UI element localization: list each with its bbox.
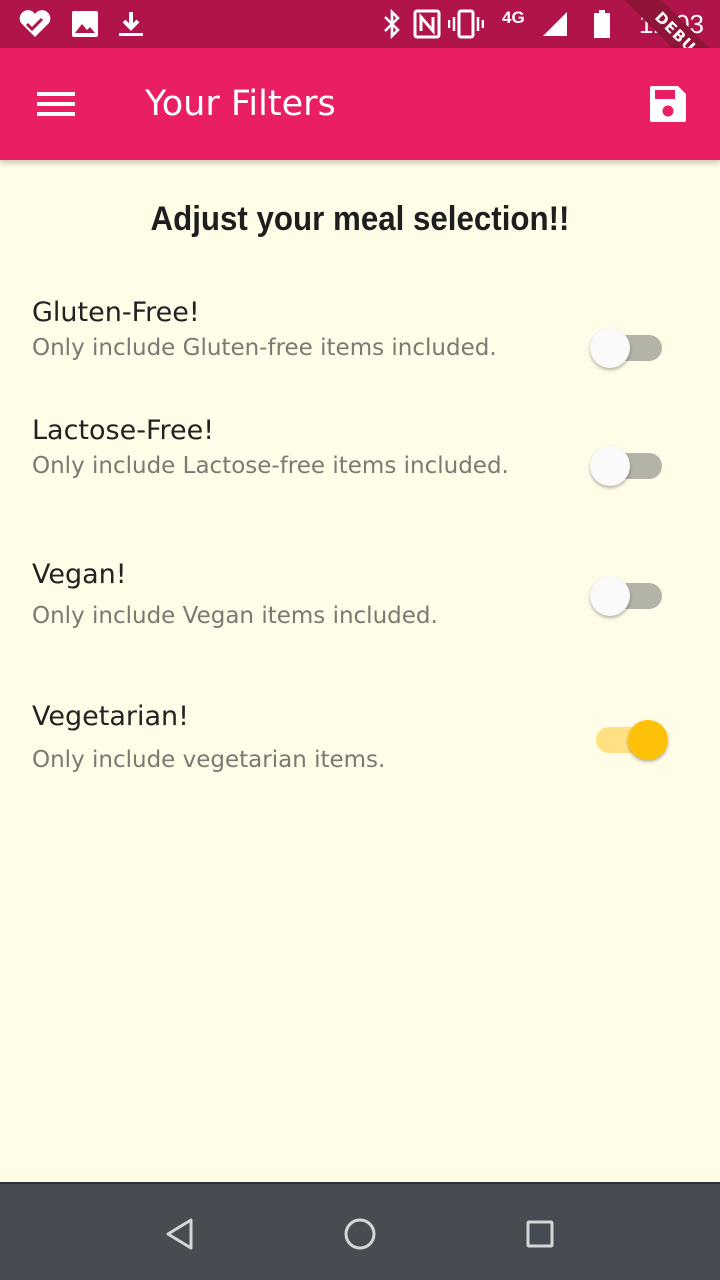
signal-icon: [540, 8, 570, 40]
home-icon: [344, 1218, 376, 1250]
bluetooth-icon: [380, 8, 404, 40]
switch-thumb: [590, 328, 630, 368]
filter-title: Vegan!: [32, 559, 127, 590]
back-button[interactable]: [152, 1206, 208, 1262]
switch-thumb: [590, 576, 630, 616]
filter-subtitle: Only include Lactose-free items included…: [32, 453, 509, 479]
filter-row-vegetarian[interactable]: Vegetarian! Only include vegetarian item…: [0, 700, 720, 780]
filter-subtitle: Only include Vegan items included.: [32, 603, 438, 629]
filter-row-gluten-free[interactable]: Gluten-Free! Only include Gluten-free it…: [0, 294, 720, 398]
network-type: 4G: [502, 8, 525, 27]
vibrate-icon: [448, 8, 484, 40]
lactose-free-switch[interactable]: [588, 440, 672, 488]
nfc-icon: [412, 8, 442, 40]
save-button[interactable]: [636, 76, 700, 132]
status-time: 12:03: [638, 9, 704, 39]
page-title: Your Filters: [145, 84, 336, 124]
vegetarian-switch[interactable]: [588, 714, 672, 762]
home-button[interactable]: [332, 1206, 388, 1262]
status-bar: 4G 12:03 DEBUG: [0, 0, 720, 103]
navigation-bar: [0, 1182, 720, 1280]
gluten-free-switch[interactable]: [588, 322, 672, 370]
filter-title: Gluten-Free!: [32, 297, 200, 328]
filter-subtitle: Only include Gluten-free items included.: [32, 335, 497, 361]
switch-thumb: [590, 446, 630, 486]
vegan-switch[interactable]: [588, 570, 672, 618]
menu-button[interactable]: [24, 76, 88, 132]
filter-title: Vegetarian!: [32, 701, 189, 732]
menu-icon: [37, 92, 75, 116]
switch-thumb: [628, 720, 668, 760]
save-icon: [650, 86, 686, 122]
battery-icon: [592, 8, 612, 40]
filter-row-lactose-free[interactable]: Lactose-Free! Only include Lactose-free …: [0, 412, 720, 516]
app-bar: Your Filters: [0, 48, 720, 160]
filter-subtitle: Only include vegetarian items.: [32, 747, 386, 773]
health-icon: [16, 8, 54, 40]
image-icon: [70, 8, 100, 40]
filters-heading: Adjust your meal selection!!: [150, 200, 570, 238]
download-icon: [116, 8, 146, 40]
recents-button[interactable]: [512, 1206, 568, 1262]
back-icon: [166, 1218, 193, 1250]
recents-icon: [526, 1220, 554, 1248]
filter-row-vegan[interactable]: Vegan! Only include Vegan items included…: [0, 556, 720, 636]
filter-title: Lactose-Free!: [32, 415, 215, 446]
